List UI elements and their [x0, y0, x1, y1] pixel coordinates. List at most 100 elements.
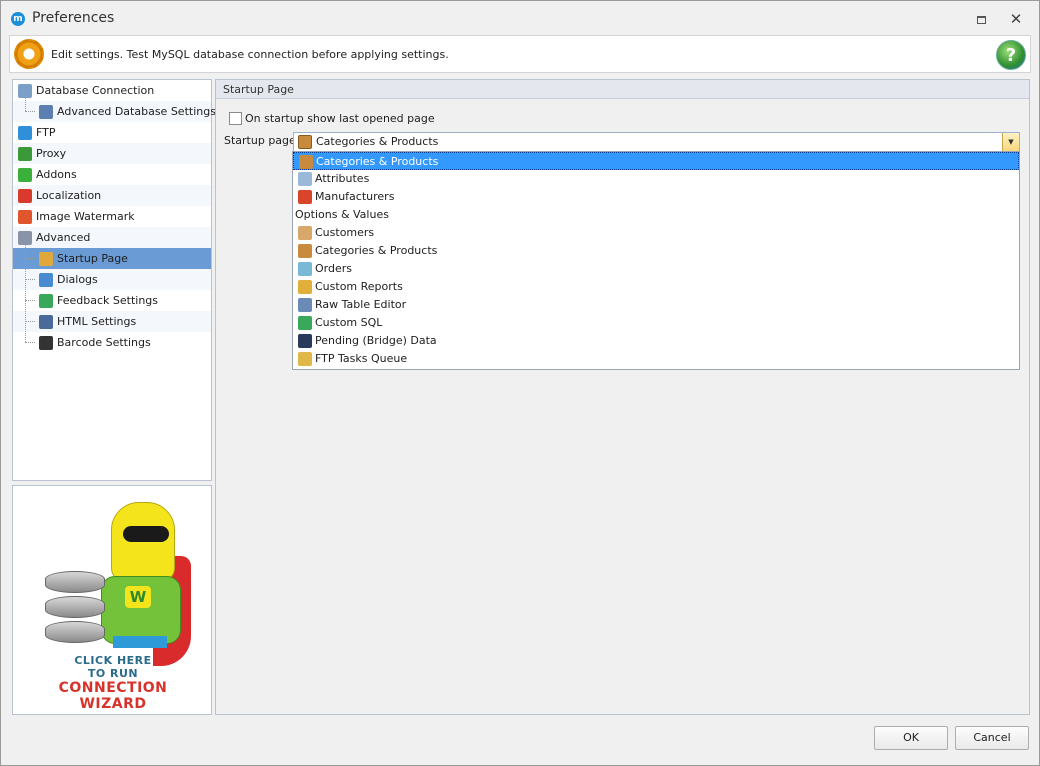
dropdown-item-label: Manufacturers	[315, 190, 395, 203]
tree-connector	[25, 279, 35, 280]
sidebar-item-label: Advanced Database Settings	[57, 105, 216, 118]
sidebar-item-label: Proxy	[36, 147, 67, 160]
pending-data-icon	[298, 334, 312, 348]
dropdown-item-categories-products[interactable]: Categories & Products	[293, 152, 1019, 170]
restore-icon	[976, 15, 986, 24]
customers-person-icon	[298, 226, 312, 240]
sidebar-item-label: Advanced	[36, 231, 91, 244]
dropdown-item-custom-sql[interactable]: Custom SQL	[293, 314, 1019, 332]
tree-connector	[25, 97, 26, 111]
show-last-page-checkbox[interactable]	[229, 112, 242, 125]
custom-reports-icon	[298, 280, 312, 294]
sidebar-item-label: Localization	[36, 189, 102, 202]
dropdown-item-orders[interactable]: Orders	[293, 260, 1019, 278]
connection-wizard-button[interactable]: W CLICK HERE TO RUN CONNECTION WIZARD	[12, 485, 212, 715]
sidebar-item-label: Addons	[36, 168, 77, 181]
sidebar-item-label: FTP	[36, 126, 56, 139]
dropdown-item-label: Categories & Products	[315, 244, 438, 257]
dropdown-item-label: Raw Table Editor	[315, 298, 407, 311]
dropdown-item-manufacturers[interactable]: Manufacturers	[293, 188, 1019, 206]
categories-products-icon	[298, 135, 312, 149]
sidebar-item-label: Dialogs	[57, 273, 98, 286]
wizard-text-line4: WIZARD	[79, 696, 147, 712]
sidebar-item-label: Startup Page	[57, 252, 128, 265]
dropdown-item-categories-products[interactable]: Categories & Products	[293, 242, 1019, 260]
dropdown-item-pending-bridge-data[interactable]: Pending (Bridge) Data	[293, 332, 1019, 350]
dropdown-item-custom-reports[interactable]: Custom Reports	[293, 278, 1019, 296]
hero-badge-icon: W	[125, 586, 151, 608]
help-icon[interactable]: ?	[996, 40, 1026, 70]
info-banner: Edit settings. Test MySQL database conne…	[9, 35, 1031, 73]
startup-page-dropdown-list: Categories & Products Attributes Manufactu…	[292, 151, 1020, 370]
hero-belt-shape	[113, 636, 167, 648]
startup-page-icon	[39, 252, 53, 266]
dropdown-item-label: Pending (Bridge) Data	[315, 334, 437, 347]
startup-page-select[interactable]: Categories & Products ▼	[293, 132, 1020, 152]
sidebar-item-advanced-database-settings[interactable]: Advanced Database Settings	[13, 101, 216, 122]
custom-sql-icon	[298, 316, 312, 330]
sidebar-item-localization[interactable]: Localization	[13, 185, 211, 206]
attributes-shield-icon	[298, 172, 312, 186]
wizard-text-line3: CONNECTION	[58, 680, 168, 696]
sidebar-item-advanced[interactable]: Advanced	[13, 227, 211, 248]
tree-connector	[25, 342, 35, 343]
raw-table-editor-icon	[298, 298, 312, 312]
sidebar-item-label: Database Connection	[36, 84, 155, 97]
window-title: Preferences	[32, 10, 115, 26]
app-logo-icon: m	[11, 12, 25, 26]
close-button[interactable]: ✕	[1004, 9, 1028, 29]
settings-gear-icon	[14, 39, 44, 69]
html-icon	[39, 315, 53, 329]
cancel-button[interactable]: Cancel	[955, 726, 1029, 750]
dropdown-item-attributes[interactable]: Attributes	[293, 170, 1019, 188]
addons-puzzle-icon	[18, 168, 32, 182]
proxy-globe-icon	[18, 147, 32, 161]
wizard-text-line1: CLICK HERE	[74, 654, 152, 667]
sidebar-item-proxy[interactable]: Proxy	[13, 143, 211, 164]
sidebar-item-database-connection[interactable]: Database Connection	[13, 80, 211, 101]
dropdown-item-label: Custom Reports	[315, 280, 403, 293]
hero-glasses-shape	[123, 526, 169, 542]
ok-button[interactable]: OK	[874, 726, 948, 750]
sidebar-item-label: Feedback Settings	[57, 294, 158, 307]
restore-button[interactable]	[969, 9, 993, 29]
show-last-page-label[interactable]: On startup show last opened page	[245, 112, 435, 126]
database-settings-icon	[39, 105, 53, 119]
settings-tree: Database Connection Advanced Database Set…	[12, 79, 216, 481]
dropdown-item-raw-table-editor[interactable]: Raw Table Editor	[293, 296, 1019, 314]
dropdown-item-label: Options & Values	[295, 208, 389, 221]
orders-icon	[298, 262, 312, 276]
database-connection-icon	[18, 84, 32, 98]
dropdown-item-label: Custom SQL	[315, 316, 383, 329]
sidebar-item-dialogs[interactable]: Dialogs	[13, 269, 211, 290]
dropdown-item-ftp-tasks-queue[interactable]: FTP Tasks Queue	[293, 350, 1019, 368]
dropdown-arrow-button[interactable]: ▼	[1002, 133, 1019, 151]
preferences-window: m Preferences ✕ Edit settings. Test MySQ…	[0, 0, 1040, 766]
dropdown-item-options-values[interactable]: Options & Values	[293, 206, 1019, 224]
sidebar-item-addons[interactable]: Addons	[13, 164, 211, 185]
database-stack-icon	[45, 571, 105, 646]
advanced-shield-icon	[18, 231, 32, 245]
feedback-chart-icon	[39, 294, 53, 308]
sidebar-item-barcode-settings[interactable]: Barcode Settings	[13, 332, 211, 353]
startup-page-value: Categories & Products	[316, 135, 439, 148]
sidebar-item-html-settings[interactable]: HTML Settings	[13, 311, 211, 332]
dropdown-item-label: Customers	[315, 226, 375, 239]
sidebar-item-ftp[interactable]: FTP	[13, 122, 211, 143]
ftp-tasks-queue-icon	[298, 352, 312, 366]
dropdown-item-label: FTP Tasks Queue	[315, 352, 408, 365]
localization-flag-icon	[18, 189, 32, 203]
manufacturers-factory-icon	[298, 190, 312, 204]
tree-connector	[25, 300, 35, 301]
sidebar-item-image-watermark[interactable]: Image Watermark	[13, 206, 211, 227]
startup-page-label: Startup page	[224, 134, 296, 147]
barcode-icon	[39, 336, 53, 350]
dropdown-item-label: Categories & Products	[316, 155, 439, 168]
sidebar-item-startup-page[interactable]: Startup Page	[13, 248, 211, 269]
dropdown-item-customers[interactable]: Customers	[293, 224, 1019, 242]
sidebar-item-feedback-settings[interactable]: Feedback Settings	[13, 290, 211, 311]
ftp-globe-icon	[18, 126, 32, 140]
categories-products-icon	[298, 244, 312, 258]
sidebar-item-label: Image Watermark	[36, 210, 135, 223]
image-watermark-icon	[18, 210, 32, 224]
